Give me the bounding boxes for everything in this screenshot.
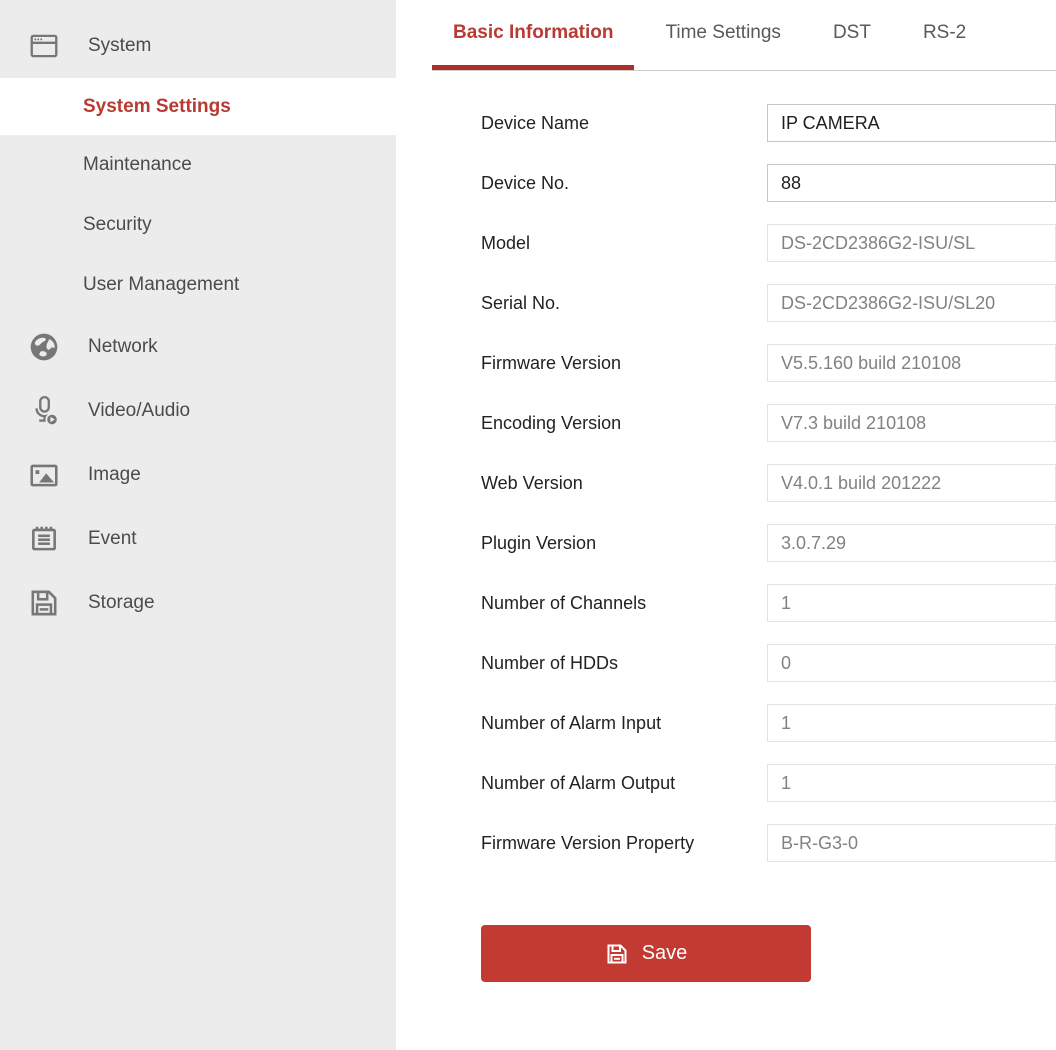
sidebar-item-label: Event xyxy=(88,528,137,550)
number-of-hdds-input xyxy=(767,644,1056,682)
sidebar-item-label: User Management xyxy=(83,274,239,296)
field-label: Device Name xyxy=(481,113,767,134)
sidebar-item-image[interactable]: Image xyxy=(0,443,396,507)
basic-information-form: Device Name Device No. Model Serial No. Firm… xyxy=(396,71,1056,982)
sidebar-item-storage[interactable]: Storage xyxy=(0,571,396,635)
sidebar-item-label: Storage xyxy=(88,592,155,614)
sidebar-item-system-settings[interactable]: System Settings xyxy=(0,78,396,135)
sidebar-item-label: Maintenance xyxy=(83,154,192,176)
encoding-version-input xyxy=(767,404,1056,442)
form-row-device-name: Device Name xyxy=(481,104,1056,142)
field-label: Number of Alarm Output xyxy=(481,773,767,794)
tab-label: Basic Information xyxy=(453,22,613,44)
field-label: Number of HDDs xyxy=(481,653,767,674)
field-label: Plugin Version xyxy=(481,533,767,554)
serial-no-input xyxy=(767,284,1056,322)
sidebar-item-system[interactable]: System xyxy=(0,13,396,78)
form-row-web-version: Web Version xyxy=(481,464,1056,502)
sidebar-item-maintenance[interactable]: Maintenance xyxy=(0,135,396,195)
form-row-serial-no: Serial No. xyxy=(481,284,1056,322)
number-of-channels-input xyxy=(767,584,1056,622)
event-icon xyxy=(28,523,60,555)
tab-basic-information[interactable]: Basic Information xyxy=(432,0,634,70)
video-audio-icon xyxy=(28,395,60,427)
form-row-device-no: Device No. xyxy=(481,164,1056,202)
web-version-input xyxy=(767,464,1056,502)
tab-bar: Basic Information Time Settings DST RS-2 xyxy=(432,0,1056,71)
number-of-alarm-output-input xyxy=(767,764,1056,802)
sidebar-item-user-management[interactable]: User Management xyxy=(0,255,396,315)
form-row-firmware-version: Firmware Version xyxy=(481,344,1056,382)
sidebar-item-label: System xyxy=(88,35,151,57)
form-row-number-of-alarm-input: Number of Alarm Input xyxy=(481,704,1056,742)
tab-dst[interactable]: DST xyxy=(812,0,892,70)
device-no-input[interactable] xyxy=(767,164,1056,202)
main-content: Basic Information Time Settings DST RS-2 De… xyxy=(396,0,1056,1050)
field-label: Firmware Version Property xyxy=(481,833,767,854)
form-row-firmware-version-property: Firmware Version Property xyxy=(481,824,1056,862)
app-window: System System Settings Maintenance Security… xyxy=(0,0,1056,1050)
field-label: Number of Channels xyxy=(481,593,767,614)
model-input xyxy=(767,224,1056,262)
storage-icon xyxy=(28,587,60,619)
firmware-version-property-input xyxy=(767,824,1056,862)
sidebar-item-label: Network xyxy=(88,336,158,358)
field-label: Device No. xyxy=(481,173,767,194)
save-button[interactable]: Save xyxy=(481,925,811,982)
device-name-input[interactable] xyxy=(767,104,1056,142)
sidebar-item-label: Video/Audio xyxy=(88,400,190,422)
sidebar: System System Settings Maintenance Security… xyxy=(0,0,396,1050)
tab-time-settings[interactable]: Time Settings xyxy=(644,0,801,70)
field-label: Serial No. xyxy=(481,293,767,314)
sidebar-item-label: System Settings xyxy=(83,96,231,118)
plugin-version-input xyxy=(767,524,1056,562)
tab-label: RS-2 xyxy=(923,22,966,44)
tab-label: DST xyxy=(833,22,871,44)
number-of-alarm-input-input xyxy=(767,704,1056,742)
form-row-model: Model xyxy=(481,224,1056,262)
sidebar-item-video-audio[interactable]: Video/Audio xyxy=(0,379,396,443)
save-button-label: Save xyxy=(642,942,688,965)
image-icon xyxy=(28,459,60,491)
sidebar-item-label: Image xyxy=(88,464,141,486)
network-icon xyxy=(28,331,60,363)
field-label: Model xyxy=(481,233,767,254)
form-row-number-of-alarm-output: Number of Alarm Output xyxy=(481,764,1056,802)
form-row-number-of-hdds: Number of HDDs xyxy=(481,644,1056,682)
tab-label: Time Settings xyxy=(665,22,780,44)
form-row-number-of-channels: Number of Channels xyxy=(481,584,1056,622)
firmware-version-input xyxy=(767,344,1056,382)
sidebar-item-security[interactable]: Security xyxy=(0,195,396,255)
form-row-encoding-version: Encoding Version xyxy=(481,404,1056,442)
system-icon xyxy=(28,30,60,62)
sidebar-item-label: Security xyxy=(83,214,152,236)
save-icon xyxy=(605,942,629,966)
field-label: Web Version xyxy=(481,473,767,494)
sidebar-item-network[interactable]: Network xyxy=(0,315,396,379)
tab-rs-2[interactable]: RS-2 xyxy=(902,0,987,70)
field-label: Encoding Version xyxy=(481,413,767,434)
field-label: Firmware Version xyxy=(481,353,767,374)
sidebar-item-event[interactable]: Event xyxy=(0,507,396,571)
field-label: Number of Alarm Input xyxy=(481,713,767,734)
form-row-plugin-version: Plugin Version xyxy=(481,524,1056,562)
